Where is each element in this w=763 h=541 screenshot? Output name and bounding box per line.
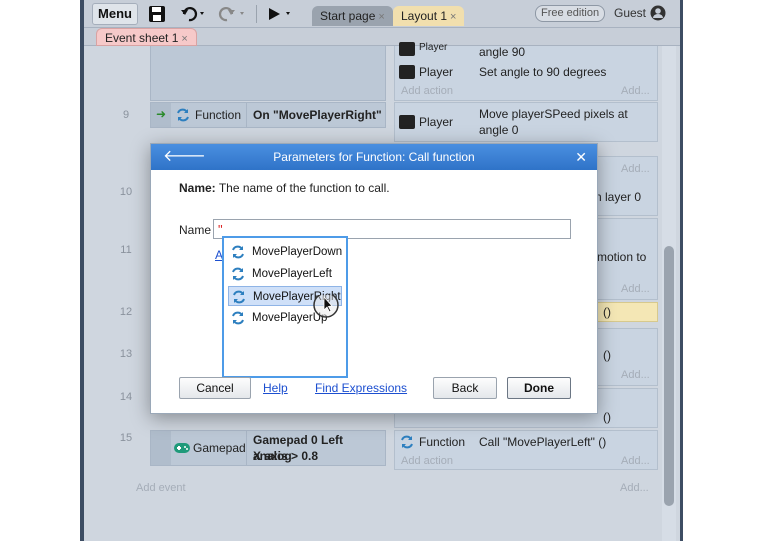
tab-label: Start page xyxy=(320,9,376,23)
action-row-15: Function Call "MovePlayerLeft" () Add ac… xyxy=(394,430,658,470)
condition-block[interactable] xyxy=(150,46,386,101)
action-row-9: Player Move playerSPeed pixels at angle … xyxy=(394,102,658,142)
add-link[interactable]: Add... xyxy=(621,283,650,295)
sheet-tab-bar: Event sheet 1 × xyxy=(84,28,680,46)
add-link[interactable]: Add... xyxy=(621,85,650,97)
function-icon xyxy=(230,244,246,260)
back-arrow-icon[interactable]: 🡐 xyxy=(163,144,206,170)
dropdown-option[interactable]: MovePlayerDown xyxy=(228,242,342,262)
option-label: MovePlayerDown xyxy=(252,246,343,258)
action-text[interactable]: Move playerSPeed pixels at xyxy=(479,106,628,122)
function-icon xyxy=(399,434,415,453)
row-number: 12 xyxy=(119,306,133,318)
save-icon[interactable] xyxy=(148,3,166,25)
event-toggle[interactable]: ➜ xyxy=(151,103,171,127)
dialog-titlebar: Parameters for Function: Call function xyxy=(151,144,597,170)
add-link[interactable]: Add... xyxy=(621,163,650,175)
function-icon xyxy=(230,266,246,282)
user-icon[interactable] xyxy=(650,5,666,24)
menu-button[interactable]: Menu xyxy=(92,3,138,25)
row-number: 9 xyxy=(122,109,130,121)
row-number: 13 xyxy=(119,348,133,360)
condition-text[interactable]: X axis > 0.8 xyxy=(253,448,318,464)
parameter-name: Name: xyxy=(179,181,216,195)
condition-row-9[interactable]: ➜ Function On "MovePlayerRight" xyxy=(150,102,386,128)
add-link[interactable]: Add... xyxy=(621,455,650,467)
name-input-value: " xyxy=(218,222,223,237)
action-text[interactable]: Set angle to 90 degrees xyxy=(479,64,606,80)
action-object: Player xyxy=(419,115,454,129)
action-object: Player xyxy=(419,42,448,53)
dialog-title: Parameters for Function: Call function xyxy=(273,150,475,164)
user-label: Guest xyxy=(614,6,647,20)
scrollbar-thumb[interactable] xyxy=(664,246,674,506)
row-number: 15 xyxy=(119,432,133,444)
name-field-label: Name xyxy=(179,223,212,237)
tab-label: Layout 1 xyxy=(401,9,448,23)
help-link[interactable]: Help xyxy=(263,381,288,395)
condition-object: Function xyxy=(195,108,242,122)
condition-object: Gamepad xyxy=(193,441,246,455)
close-icon[interactable]: × xyxy=(378,11,384,23)
gamepad-icon xyxy=(173,441,191,458)
row-number: 14 xyxy=(119,391,133,403)
action-text[interactable]: () xyxy=(603,409,611,425)
back-button[interactable]: Back xyxy=(433,377,497,399)
action-object: Function xyxy=(419,435,466,449)
action-text[interactable]: angle 0 xyxy=(479,122,518,138)
action-text[interactable]: n layer 0 xyxy=(595,189,641,205)
undo-icon[interactable] xyxy=(180,3,208,25)
tab-layout-1[interactable]: Layout 1 × xyxy=(393,6,465,26)
dropdown-option[interactable]: MovePlayerLeft xyxy=(228,264,342,284)
add-action-link[interactable]: Add action xyxy=(401,455,453,467)
play-icon[interactable] xyxy=(266,3,296,25)
function-icon xyxy=(230,310,246,326)
function-icon xyxy=(175,107,191,126)
toolbar: Menu Start page × Layout 1 × Free edition … xyxy=(84,0,680,28)
add-event-link[interactable]: Add event xyxy=(136,482,186,494)
close-icon[interactable]: × xyxy=(450,11,456,23)
condition-row-15[interactable]: Gamepad Gamepad 0 Left analog X axis > 0… xyxy=(150,430,386,466)
add-action-link[interactable]: Add action xyxy=(401,85,453,97)
event-toggle[interactable] xyxy=(151,431,171,465)
parameter-description: Name: The name of the function to call. xyxy=(179,181,390,195)
action-text[interactable]: motion to xyxy=(597,249,646,265)
action-object: Player xyxy=(419,65,454,79)
option-label: MovePlayerLeft xyxy=(252,268,332,280)
done-button[interactable]: Done xyxy=(507,377,571,399)
close-icon[interactable]: ✕ xyxy=(575,144,587,170)
parameter-desc-text: The name of the function to call. xyxy=(218,181,390,195)
edition-badge: Free edition xyxy=(535,5,606,22)
vertical-scrollbar[interactable] xyxy=(662,46,676,541)
cancel-button[interactable]: Cancel xyxy=(179,377,251,399)
tab-start-page[interactable]: Start page × xyxy=(312,6,393,26)
tab-label: Event sheet 1 xyxy=(105,31,179,45)
arrow-right-icon: ➜ xyxy=(156,107,167,121)
toolbar-divider xyxy=(256,5,257,23)
row-number: 10 xyxy=(119,186,133,198)
function-name-dropdown[interactable]: MovePlayerDown MovePlayerLeft MovePlayer… xyxy=(222,236,348,378)
tab-event-sheet-1[interactable]: Event sheet 1 × xyxy=(96,28,197,46)
find-expressions-link[interactable]: Find Expressions xyxy=(315,381,407,395)
add-link[interactable]: Add... xyxy=(620,482,649,494)
add-link[interactable]: Add... xyxy=(621,369,650,381)
parameters-dialog: Parameters for Function: Call function 🡐… xyxy=(150,143,598,414)
player-icon xyxy=(399,115,415,129)
action-text[interactable]: angle 90 xyxy=(479,44,525,60)
action-block: Player angle 90 Player Set angle to 90 d… xyxy=(394,42,658,101)
function-icon xyxy=(231,289,247,305)
redo-icon[interactable] xyxy=(218,3,248,25)
row-number: 11 xyxy=(120,244,132,256)
player-icon xyxy=(399,42,415,56)
action-text[interactable]: Call "MovePlayerLeft" () xyxy=(479,434,606,450)
action-text[interactable]: () xyxy=(603,347,611,363)
action-text[interactable]: () xyxy=(603,304,611,320)
close-icon[interactable]: × xyxy=(181,33,187,45)
player-icon xyxy=(399,65,415,79)
condition-text[interactable]: On "MovePlayerRight" xyxy=(253,107,382,123)
mouse-cursor-icon xyxy=(312,292,344,330)
